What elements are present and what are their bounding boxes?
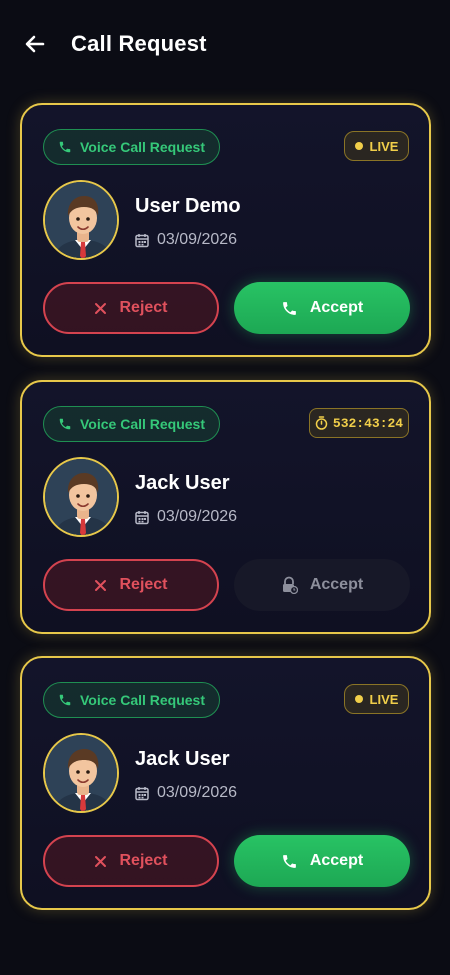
live-badge: LIVE	[344, 684, 409, 714]
back-button[interactable]	[20, 29, 50, 59]
call-type-chip: Voice Call Request	[43, 682, 220, 718]
page-title: Call Request	[71, 31, 207, 56]
avatar	[43, 457, 119, 537]
phone-icon	[282, 301, 296, 315]
request-date: 03/09/2026	[135, 231, 237, 249]
request-date: 03/09/2026	[135, 784, 237, 802]
user-avatar-icon	[45, 735, 117, 811]
user-name: Jack User	[135, 472, 230, 494]
live-badge-label: LIVE	[369, 691, 399, 707]
live-dot-icon	[354, 695, 363, 703]
request-date: 03/09/2026	[135, 508, 237, 526]
reject-label: Reject	[119, 852, 168, 869]
call-request-card: Voice Call Request LIVE Jack User 03/09/…	[20, 656, 431, 910]
date-label: 03/09/2026	[157, 508, 238, 525]
live-dot-icon	[354, 142, 363, 150]
live-badge: LIVE	[344, 131, 409, 161]
accept-label: Accept	[309, 576, 364, 593]
reject-label: Reject	[119, 576, 168, 593]
live-badge-label: LIVE	[369, 138, 399, 154]
reject-button[interactable]: Reject	[43, 559, 219, 611]
close-icon	[95, 302, 107, 314]
reject-label: Reject	[119, 299, 168, 316]
user-avatar-icon	[45, 182, 117, 258]
call-request-card: Voice Call Request LIVE User Demo 03/09/…	[20, 103, 431, 357]
call-type-label: Voice Call Request	[80, 692, 206, 708]
call-type-chip: Voice Call Request	[43, 406, 220, 442]
call-request-card: Voice Call Request 532:43:24 Jack User 0…	[20, 380, 431, 634]
close-icon	[95, 579, 107, 591]
user-name: User Demo	[135, 195, 241, 217]
arrow-left-icon	[25, 35, 45, 53]
app-header: Call Request	[0, 0, 450, 90]
reject-button[interactable]: Reject	[43, 282, 219, 334]
reject-button[interactable]: Reject	[43, 835, 219, 887]
accept-label: Accept	[309, 299, 364, 316]
timer-label: 532:43:24	[332, 415, 404, 431]
call-type-label: Voice Call Request	[80, 416, 206, 432]
phone-icon	[282, 854, 296, 868]
close-icon	[95, 855, 107, 867]
call-type-chip: Voice Call Request	[43, 129, 220, 165]
accept-button[interactable]: Accept	[234, 282, 410, 334]
call-type-label: Voice Call Request	[80, 139, 206, 155]
phone-icon	[59, 694, 71, 706]
phone-icon	[59, 141, 71, 153]
date-label: 03/09/2026	[157, 231, 238, 248]
accept-label: Accept	[309, 852, 364, 869]
calendar-icon	[135, 233, 149, 247]
phone-icon	[59, 418, 71, 430]
avatar	[43, 180, 119, 260]
calendar-icon	[135, 510, 149, 524]
accept-button-locked[interactable]: Accept	[234, 559, 410, 611]
user-name: Jack User	[135, 748, 230, 770]
user-avatar-icon	[45, 459, 117, 535]
calendar-icon	[135, 786, 149, 800]
accept-button[interactable]: Accept	[234, 835, 410, 887]
avatar	[43, 733, 119, 813]
date-label: 03/09/2026	[157, 784, 238, 801]
lock-clock-icon	[282, 576, 298, 594]
timer-badge: 532:43:24	[309, 408, 409, 438]
stopwatch-icon	[315, 416, 328, 430]
